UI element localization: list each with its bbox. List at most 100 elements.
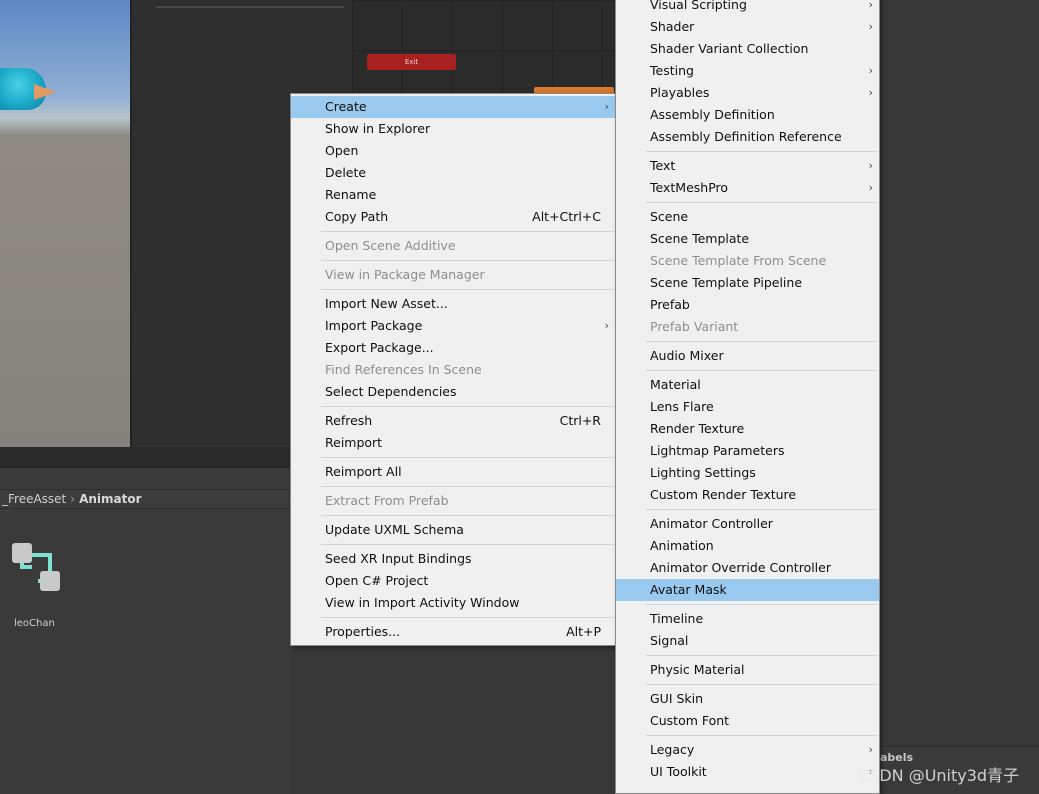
menu-item-label: Testing <box>650 63 694 78</box>
create-item-legacy[interactable]: Legacy › <box>616 739 879 761</box>
chevron-right-icon: › <box>868 181 873 194</box>
menu-item-label: Playables <box>650 85 710 100</box>
create-item-material[interactable]: Material <box>616 374 879 396</box>
create-item-assembly-definition-reference[interactable]: Assembly Definition Reference <box>616 126 879 148</box>
menu-item-delete[interactable]: Delete <box>291 162 615 184</box>
menu-item-find-references-in-scene: Find References In Scene <box>291 359 615 381</box>
create-item-prefab[interactable]: Prefab <box>616 294 879 316</box>
menu-separator <box>291 257 615 264</box>
menu-separator <box>291 614 615 621</box>
menu-separator <box>616 367 879 374</box>
menu-item-update-uxml-schema[interactable]: Update UXML Schema <box>291 519 615 541</box>
menu-item-label: TextMeshPro <box>650 180 729 195</box>
menu-item-seed-xr-input-bindings[interactable]: Seed XR Input Bindings <box>291 548 615 570</box>
create-item-audio-mixer[interactable]: Audio Mixer <box>616 345 879 367</box>
menu-item-shortcut: Alt+Ctrl+C <box>532 209 601 224</box>
create-submenu: Visual Scripting › Shader › Shader Variant C… <box>615 0 880 794</box>
menu-item-rename[interactable]: Rename <box>291 184 615 206</box>
chevron-right-icon: › <box>868 20 873 33</box>
asset-label[interactable]: leoChan <box>14 618 55 629</box>
menu-item-copy-path[interactable]: Copy Path Alt+Ctrl+C <box>291 206 615 228</box>
menu-item-label: Open C# Project <box>325 573 429 588</box>
menu-item-label: Animation <box>650 538 714 553</box>
create-item-gui-skin[interactable]: GUI Skin <box>616 688 879 710</box>
menu-item-open[interactable]: Open <box>291 140 615 162</box>
menu-separator <box>291 403 615 410</box>
create-item-testing[interactable]: Testing › <box>616 60 879 82</box>
menu-item-refresh[interactable]: Refresh Ctrl+R <box>291 410 615 432</box>
create-item-animation[interactable]: Animation <box>616 535 879 557</box>
menu-item-label: Open Scene Additive <box>325 238 456 253</box>
menu-item-label: Import Package <box>325 318 423 333</box>
create-item-shader[interactable]: Shader › <box>616 16 879 38</box>
menu-item-label: Text <box>650 158 676 173</box>
menu-item-view-in-import-activity-window[interactable]: View in Import Activity Window <box>291 592 615 614</box>
create-item-lightmap-parameters[interactable]: Lightmap Parameters <box>616 440 879 462</box>
create-item-animator-override-controller[interactable]: Animator Override Controller <box>616 557 879 579</box>
menu-separator <box>291 512 615 519</box>
breadcrumb-item[interactable]: _FreeAsset <box>2 492 66 506</box>
menu-item-select-dependencies[interactable]: Select Dependencies <box>291 381 615 403</box>
menu-item-label: Scene Template <box>650 231 750 246</box>
menu-separator <box>616 601 879 608</box>
create-item-lighting-settings[interactable]: Lighting Settings <box>616 462 879 484</box>
menu-item-label: UI Toolkit <box>650 764 707 779</box>
menu-item-reimport[interactable]: Reimport <box>291 432 615 454</box>
menu-separator <box>291 541 615 548</box>
menu-item-label: Reimport <box>325 435 383 450</box>
menu-item-label: Custom Font <box>650 713 730 728</box>
create-item-signal[interactable]: Signal <box>616 630 879 652</box>
create-item-scene[interactable]: Scene <box>616 206 879 228</box>
create-item-playables[interactable]: Playables › <box>616 82 879 104</box>
menu-item-label: Reimport All <box>325 464 402 479</box>
menu-item-label: Avatar Mask <box>650 582 727 597</box>
right-panel <box>880 0 1039 794</box>
menu-item-import-new-asset[interactable]: Import New Asset... <box>291 293 615 315</box>
chevron-right-icon: › <box>604 100 609 113</box>
menu-item-open-scene-additive: Open Scene Additive <box>291 235 615 257</box>
create-item-ui-toolkit[interactable]: UI Toolkit › <box>616 761 879 783</box>
menu-item-reimport-all[interactable]: Reimport All <box>291 461 615 483</box>
menu-item-label: Scene <box>650 209 689 224</box>
create-item-custom-render-texture[interactable]: Custom Render Texture <box>616 484 879 506</box>
menu-separator <box>616 338 879 345</box>
menu-separator <box>616 681 879 688</box>
create-item-custom-font[interactable]: Custom Font <box>616 710 879 732</box>
chevron-right-icon: › <box>868 159 873 172</box>
exit-state-node[interactable]: Exit <box>367 54 456 70</box>
menu-item-label: View in Import Activity Window <box>325 595 520 610</box>
menu-item-show-in-explorer[interactable]: Show in Explorer <box>291 118 615 140</box>
menu-item-create[interactable]: Create › <box>291 96 615 118</box>
create-item-avatar-mask[interactable]: Avatar Mask <box>616 579 879 601</box>
chevron-right-icon: › <box>604 319 609 332</box>
menu-item-label: View in Package Manager <box>325 267 485 282</box>
menu-separator <box>291 454 615 461</box>
create-item-textmeshpro[interactable]: TextMeshPro › <box>616 177 879 199</box>
character-hand <box>34 84 56 100</box>
create-item-shader-variant-collection[interactable]: Shader Variant Collection <box>616 38 879 60</box>
menu-item-import-package[interactable]: Import Package › <box>291 315 615 337</box>
create-item-render-texture[interactable]: Render Texture <box>616 418 879 440</box>
menu-item-open-c-project[interactable]: Open C# Project <box>291 570 615 592</box>
menu-item-label: Custom Render Texture <box>650 487 797 502</box>
create-item-lens-flare[interactable]: Lens Flare <box>616 396 879 418</box>
menu-item-export-package[interactable]: Export Package... <box>291 337 615 359</box>
create-item-timeline[interactable]: Timeline <box>616 608 879 630</box>
menu-item-label: Extract From Prefab <box>325 493 449 508</box>
create-item-text[interactable]: Text › <box>616 155 879 177</box>
menu-item-label: Assembly Definition <box>650 107 775 122</box>
create-item-animator-controller[interactable]: Animator Controller <box>616 513 879 535</box>
menu-item-label: Physic Material <box>650 662 745 677</box>
animator-controller-icon[interactable] <box>12 543 62 593</box>
create-item-physic-material[interactable]: Physic Material <box>616 659 879 681</box>
menu-item-properties[interactable]: Properties... Alt+P <box>291 621 615 643</box>
create-item-scene-template-pipeline[interactable]: Scene Template Pipeline <box>616 272 879 294</box>
menu-item-label: Properties... <box>325 624 401 639</box>
create-item-scene-template[interactable]: Scene Template <box>616 228 879 250</box>
scene-view[interactable] <box>0 0 130 447</box>
chevron-right-icon: › <box>70 492 76 506</box>
create-item-assembly-definition[interactable]: Assembly Definition <box>616 104 879 126</box>
breadcrumb-current[interactable]: Animator <box>79 492 141 506</box>
menu-item-label: Shader <box>650 19 695 34</box>
create-item-visual-scripting[interactable]: Visual Scripting › <box>616 0 879 16</box>
